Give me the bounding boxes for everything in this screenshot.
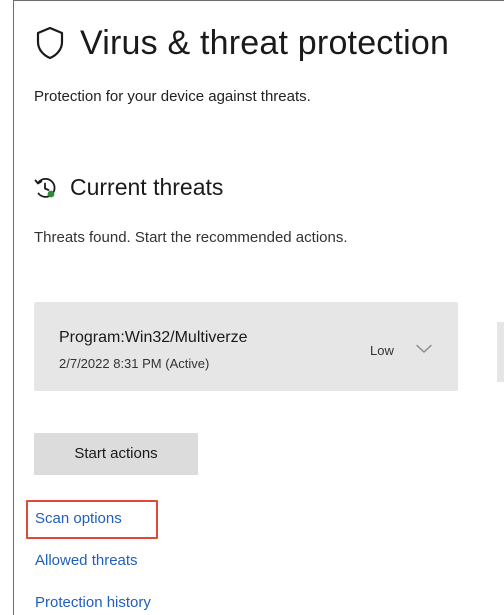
highlight-box <box>26 500 158 539</box>
adjacent-card-edge <box>497 322 504 382</box>
page-header: Virus & threat protection <box>36 18 449 68</box>
current-threats-description: Threats found. Start the recommended act… <box>34 229 348 246</box>
page-title: Virus & threat protection <box>80 23 450 62</box>
protection-history-link[interactable]: Protection history <box>35 594 151 611</box>
page-subtitle: Protection for your device against threa… <box>34 88 311 105</box>
threat-date: 2/7/2022 8:31 PM (Active) <box>59 356 210 371</box>
threat-card[interactable]: Program:Win32/Multiverze 2/7/2022 8:31 P… <box>34 302 458 391</box>
threat-clock-icon <box>34 177 56 198</box>
current-threats-header: Current threats <box>34 174 223 201</box>
chevron-down-icon[interactable] <box>416 344 432 354</box>
threat-name: Program:Win32/Multiverze <box>59 329 248 346</box>
shield-icon <box>36 26 64 60</box>
allowed-threats-link[interactable]: Allowed threats <box>35 552 138 569</box>
start-actions-button[interactable]: Start actions <box>34 433 198 475</box>
threat-level: Low <box>370 343 394 358</box>
section-title-current-threats: Current threats <box>70 174 224 200</box>
